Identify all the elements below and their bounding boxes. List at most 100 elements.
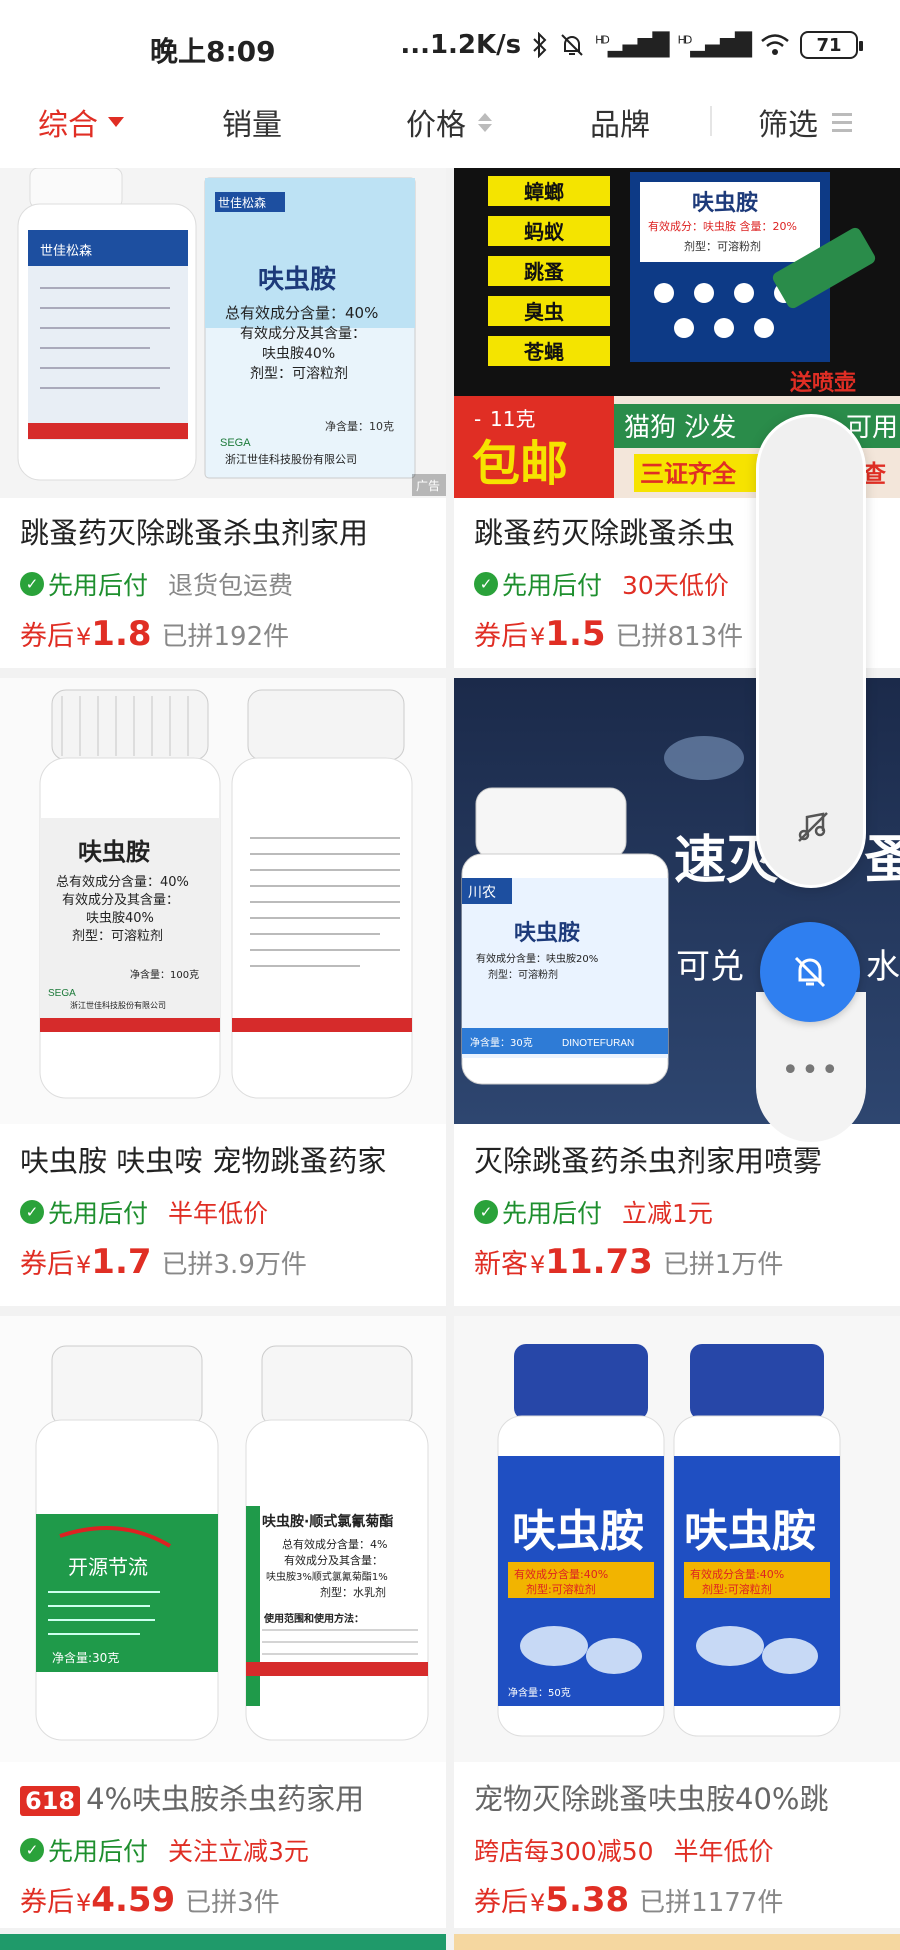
pay-later-tag: ✓ 先用后付 xyxy=(20,1194,148,1230)
sort-filter-label: 筛选 xyxy=(758,108,818,143)
pay-later-icon: ✓ xyxy=(20,1838,44,1862)
product-card[interactable]: 呋虫胺 总有效成分含量：40% 有效成分及其含量： 呋虫胺40% 剂型：可溶粒剂… xyxy=(0,678,446,1306)
price-value: 1.5 xyxy=(545,614,606,654)
svg-text:剂型：可溶粉剂: 剂型：可溶粉剂 xyxy=(684,239,761,253)
price-label: 新客 xyxy=(474,1249,528,1280)
price-label: 券后 xyxy=(474,621,528,652)
svg-text:送喷壶: 送喷壶 xyxy=(790,370,856,396)
sold-count: 已拼1万件 xyxy=(662,1250,784,1280)
promo-tag: 半年低价 xyxy=(673,1837,774,1866)
svg-text:有效成分及其含量：: 有效成分及其含量： xyxy=(62,892,179,908)
product-tags: ✓ 先用后付 半年低价 xyxy=(20,1194,268,1230)
product-image: 开源节流 净含量:30克 呋虫胺·顺式氯氰菊酯 总有效成分含量：4% 有效成分及… xyxy=(0,1316,446,1762)
svg-text:苍蝇: 苍蝇 xyxy=(523,340,564,364)
product-tags: ✓ 先用后付 30天低价 xyxy=(474,566,729,602)
product-tags: 跨店每300减50 半年低价 xyxy=(474,1832,774,1868)
pay-later-icon: ✓ xyxy=(474,1200,498,1224)
svg-text:蚂蚁: 蚂蚁 xyxy=(524,220,565,244)
currency-symbol: ¥ xyxy=(76,623,92,651)
price-value: 5.38 xyxy=(545,1880,630,1920)
svg-text:净含量:30克: 净含量:30克 xyxy=(52,1650,119,1665)
pay-later-tag: ✓ 先用后付 xyxy=(474,1194,602,1230)
svg-text:猫狗 沙发: 猫狗 沙发 xyxy=(624,413,736,443)
sort-comprehensive[interactable]: 综合 xyxy=(38,100,124,144)
sort-brand[interactable]: 品牌 xyxy=(590,100,650,144)
svg-text:川农: 川农 xyxy=(468,885,496,901)
svg-text:使用范围和使用方法：: 使用范围和使用方法： xyxy=(263,1612,364,1625)
price-value: 1.7 xyxy=(91,1242,152,1282)
pay-later-tag: ✓ 先用后付 xyxy=(20,1832,148,1868)
svg-text:有效成分及其含量：: 有效成分及其含量： xyxy=(284,1553,383,1567)
status-icons: ...1.2K/s HD▂▄▆█ HD▂▄▆█ 71 xyxy=(400,30,863,60)
svg-text:浙江世佳科技股份有限公司: 浙江世佳科技股份有限公司 xyxy=(225,452,357,466)
pay-later-icon: ✓ xyxy=(474,572,498,596)
promo-tag: 立减1元 xyxy=(622,1199,713,1228)
svg-text:呋虫胺: 呋虫胺 xyxy=(78,838,150,866)
svg-text:有效成分及其含量：: 有效成分及其含量： xyxy=(240,326,366,342)
mute-bell-button[interactable] xyxy=(760,922,860,1022)
battery-icon: 71 xyxy=(800,31,863,59)
svg-text:呋虫胺: 呋虫胺 xyxy=(514,920,580,946)
product-image: 世佳松森 世佳松森 呋虫胺 总有效成分含量：40% 有效成分及其含量： 呋虫胺4… xyxy=(0,168,446,498)
product-title: 呋虫胺 呋虫咹 宠物跳蚤药家 xyxy=(20,1144,387,1178)
svg-text:DINOTEFURAN: DINOTEFURAN xyxy=(562,1038,634,1049)
signal-hd-icon-2: HD▂▄▆█ xyxy=(677,32,752,58)
sold-count: 已拼3件 xyxy=(185,1888,280,1918)
currency-symbol: ¥ xyxy=(76,1889,92,1917)
svg-text:水: 水 xyxy=(866,947,900,987)
more-options-button[interactable]: ••• xyxy=(756,1030,866,1110)
svg-text:呋虫胺3%顺式氯氰菊酯1%: 呋虫胺3%顺式氯氰菊酯1% xyxy=(266,1570,388,1583)
product-card[interactable]: 呋虫胺 有效成分含量:40% 剂型:可溶粒剂 净含量：50克 呋虫胺 有效成分含… xyxy=(454,1316,900,1928)
svg-text:呋虫胺: 呋虫胺 xyxy=(684,1506,816,1557)
status-bar: 晚上8:09 ...1.2K/s HD▂▄▆█ HD▂▄▆█ 71 xyxy=(0,0,900,96)
sold-count: 已拼3.9万件 xyxy=(161,1250,307,1280)
sold-count: 已拼1177件 xyxy=(639,1888,784,1918)
price-row: 新客 ¥ 11.73 已拼1万件 xyxy=(474,1242,783,1282)
sort-price[interactable]: 价格 xyxy=(406,100,492,144)
svg-text:剂型：水乳剂: 剂型：水乳剂 xyxy=(320,1585,386,1599)
product-tags: ✓ 先用后付 关注立减3元 xyxy=(20,1832,309,1868)
currency-symbol: ¥ xyxy=(530,1251,546,1279)
currency-symbol: ¥ xyxy=(76,1251,92,1279)
svg-text:跳蚤: 跳蚤 xyxy=(524,260,564,284)
svg-text:开源节流: 开源节流 xyxy=(68,1555,148,1579)
promo-tag: 30天低价 xyxy=(622,571,729,600)
pesticide-bottle-and-pouch-image: 世佳松森 世佳松森 呋虫胺 总有效成分含量：40% 有效成分及其含量： 呋虫胺4… xyxy=(0,168,446,498)
mute-music-icon[interactable] xyxy=(795,809,831,845)
svg-text:可兑: 可兑 xyxy=(676,947,744,987)
svg-text:三证齐全: 三证齐全 xyxy=(640,460,737,488)
svg-text:SEGA: SEGA xyxy=(48,988,76,999)
price-label: 券后 xyxy=(20,1249,74,1280)
svg-text:呋虫胺40%: 呋虫胺40% xyxy=(262,346,335,362)
product-title: 跳蚤药灭除跳蚤杀虫剂家用 xyxy=(20,516,369,550)
price-value: 4.59 xyxy=(91,1880,176,1920)
svg-text:臭虫: 臭虫 xyxy=(524,300,564,324)
mute-bell-icon xyxy=(794,956,826,988)
product-card[interactable]: 世佳松森 世佳松森 呋虫胺 总有效成分含量：40% 有效成分及其含量： 呋虫胺4… xyxy=(0,168,446,668)
svg-text:SEGA: SEGA xyxy=(220,437,251,449)
svg-text:剂型:可溶粒剂: 剂型:可溶粒剂 xyxy=(702,1582,772,1596)
product-title: 跳蚤药灭除跳蚤杀虫 xyxy=(474,516,736,550)
product-card[interactable]: 开源节流 净含量:30克 呋虫胺·顺式氯氰菊酯 总有效成分含量：4% 有效成分及… xyxy=(0,1316,446,1928)
svg-text:蟑螂: 蟑螂 xyxy=(524,180,564,204)
currency-symbol: ¥ xyxy=(530,1889,546,1917)
product-image: 呋虫胺 总有效成分含量：40% 有效成分及其含量： 呋虫胺40% 剂型：可溶粒剂… xyxy=(0,678,446,1124)
svg-text:蚤: 蚤 xyxy=(864,831,900,891)
floating-volume-panel[interactable] xyxy=(756,414,866,888)
svg-text:总有效成分含量：40%: 总有效成分含量：40% xyxy=(225,304,378,322)
sort-filter[interactable]: 筛选 xyxy=(758,100,852,144)
sort-price-label: 价格 xyxy=(406,108,466,143)
pay-later-tag: ✓ 先用后付 xyxy=(474,566,602,602)
sort-sales[interactable]: 销量 xyxy=(222,100,282,144)
price-label: 券后 xyxy=(474,1887,528,1918)
promo-tag: 关注立减3元 xyxy=(168,1837,309,1866)
bluetooth-icon xyxy=(533,32,547,58)
svg-text:呋虫胺: 呋虫胺 xyxy=(692,190,758,216)
product-title: 618 4%呋虫胺杀虫药家用 xyxy=(20,1776,364,1818)
svg-text:浙江世佳科技股份有限公司: 浙江世佳科技股份有限公司 xyxy=(70,1000,166,1010)
next-card-peek xyxy=(454,1934,900,1950)
pay-later-tag: ✓ 先用后付 xyxy=(20,566,148,602)
signal-hd-icon-1: HD▂▄▆█ xyxy=(595,32,669,58)
svg-text:有效成分含量:40%: 有效成分含量:40% xyxy=(514,1567,608,1581)
product-image: 呋虫胺 有效成分含量:40% 剂型:可溶粒剂 净含量：50克 呋虫胺 有效成分含… xyxy=(454,1316,900,1762)
